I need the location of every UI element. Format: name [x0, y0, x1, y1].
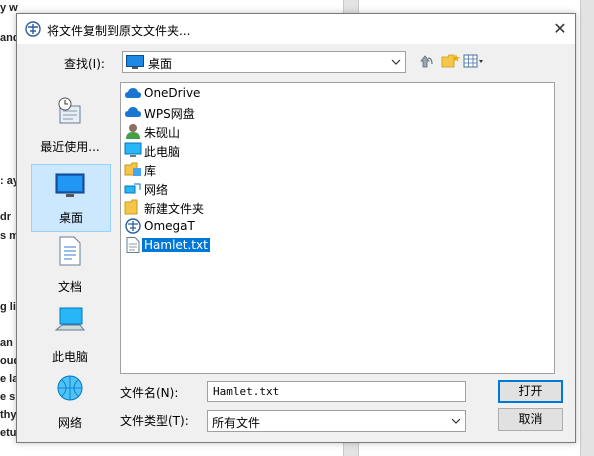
place-label: 桌面	[58, 211, 83, 225]
up-folder-icon[interactable]	[417, 52, 437, 70]
computer-icon	[54, 307, 86, 331]
place-documents[interactable]: 文档	[31, 234, 109, 300]
background-text: e s	[0, 391, 16, 403]
documents-icon	[59, 236, 81, 266]
close-button[interactable]: ✕	[545, 14, 575, 44]
text-file-icon	[126, 237, 140, 253]
computer-icon	[124, 142, 142, 157]
look-in-value: 桌面	[148, 57, 173, 71]
chevron-down-icon	[391, 59, 401, 65]
new-folder-icon[interactable]	[441, 52, 461, 70]
list-item[interactable]: 此电脑	[123, 141, 283, 160]
cloud-icon	[125, 88, 141, 98]
file-name-value: Hamlet.txt	[213, 385, 280, 398]
file-list[interactable]: OneDrive WPS网盘 朱砚山 此电脑 库 网络 新建文件夹 OmegaT…	[120, 82, 555, 374]
library-icon	[124, 162, 141, 176]
background-text: an	[0, 337, 13, 349]
view-menu-icon[interactable]	[463, 52, 485, 70]
place-desktop[interactable]: 桌面	[31, 164, 111, 232]
file-label: OmegaT	[144, 219, 195, 233]
file-type-value: 所有文件	[212, 416, 261, 430]
list-item[interactable]: 朱砚山	[123, 122, 283, 141]
place-label: 最近使用...	[40, 140, 100, 154]
list-item[interactable]: OneDrive	[123, 84, 283, 103]
omegat-app-icon	[25, 21, 41, 37]
desktop-icon	[55, 173, 85, 197]
file-label: 新建文件夹	[144, 202, 205, 216]
folder-icon	[124, 199, 138, 215]
file-label: Hamlet.txt	[141, 237, 211, 253]
place-label: 此电脑	[51, 350, 88, 364]
background-text: etu	[0, 427, 17, 439]
network-icon	[57, 375, 83, 401]
list-item-selected[interactable]: Hamlet.txt	[123, 236, 283, 255]
file-label: 库	[144, 164, 157, 178]
places-bar: 最近使用... 桌面 文档 此电脑 网络	[27, 82, 113, 432]
place-label: 文档	[57, 280, 82, 294]
file-type-label: 文件类型(T):	[120, 414, 189, 428]
cancel-button[interactable]: 取消	[498, 408, 563, 431]
network-icon	[124, 183, 141, 194]
look-in-dropdown[interactable]: 桌面	[122, 51, 406, 73]
file-name-input[interactable]: Hamlet.txt	[207, 381, 466, 402]
background-text: dr	[0, 211, 11, 223]
dialog-title: 将文件复制到原文文件夹...	[47, 24, 191, 38]
file-name-label: 文件名(N):	[120, 386, 179, 400]
open-button[interactable]: 打开	[498, 380, 563, 403]
omegat-icon	[125, 218, 141, 234]
background-scrollbar-right	[580, 0, 594, 456]
background-text: thy	[0, 409, 17, 421]
close-icon: ✕	[553, 19, 567, 38]
list-item[interactable]: 新建文件夹	[123, 198, 283, 217]
list-item[interactable]: OmegaT	[123, 217, 283, 236]
place-recent[interactable]: 最近使用...	[31, 94, 109, 160]
place-label: 网络	[57, 416, 82, 430]
place-network[interactable]: 网络	[31, 374, 109, 432]
file-label: 朱砚山	[144, 126, 181, 140]
copy-to-folder-dialog: 将文件复制到原文文件夹... ✕ 查找(I): 桌面 最近使用... 桌面 文档…	[16, 13, 576, 443]
place-this-pc[interactable]: 此电脑	[31, 304, 109, 370]
list-item[interactable]: 库	[123, 160, 283, 179]
chevron-down-icon	[451, 418, 461, 424]
look-in-label: 查找(I):	[64, 57, 105, 71]
file-type-dropdown[interactable]: 所有文件	[207, 410, 466, 432]
title-bar[interactable]: 将文件复制到原文文件夹... ✕	[17, 14, 575, 44]
file-label: 网络	[144, 183, 169, 197]
desktop-icon	[126, 55, 144, 69]
recent-icon	[58, 97, 81, 124]
file-label: 此电脑	[144, 145, 181, 159]
file-label: OneDrive	[144, 86, 201, 100]
user-icon	[126, 124, 140, 139]
file-label: WPS网盘	[144, 107, 195, 121]
list-item[interactable]: 网络	[123, 179, 283, 198]
list-item[interactable]: WPS网盘	[123, 103, 283, 122]
cloud-icon	[125, 107, 141, 117]
